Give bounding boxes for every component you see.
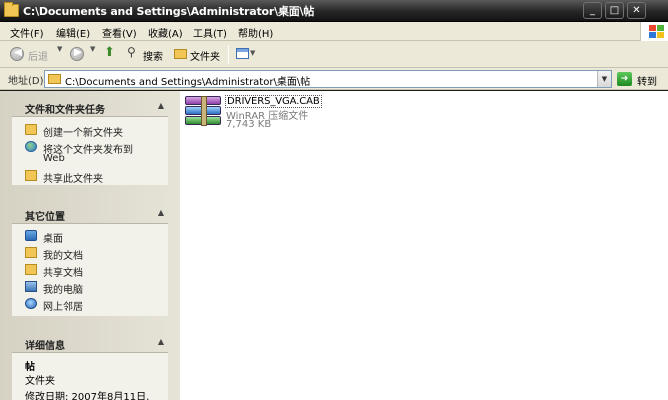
folder-icon (48, 74, 61, 84)
file-tasks-header[interactable]: 文件和文件夹任务 ▲ (12, 95, 168, 117)
menu-favorites[interactable]: 收藏(A) (148, 25, 183, 40)
file-tasks-title: 文件和文件夹任务 (25, 105, 105, 116)
winrar-archive-icon (185, 96, 221, 126)
collapse-icon[interactable]: ▲ (158, 337, 164, 346)
file-item[interactable]: DRIVERS_VGA.CAB WinRAR 压缩文件 7,743 KB (184, 95, 322, 130)
details-body: 帖 文件夹 修改日期: 2007年8月11日, (12, 353, 168, 400)
task-label: 创建一个新文件夹 (43, 128, 123, 139)
window-title: C:\Documents and Settings\Administrator\… (23, 5, 315, 18)
address-input[interactable]: C:\Documents and Settings\Administrator\… (44, 70, 612, 88)
go-label: 转到 (637, 77, 657, 88)
place-my-computer[interactable]: 我的电脑 (25, 280, 165, 296)
back-button[interactable]: ◀ 后退 (6, 45, 56, 64)
task-new-folder[interactable]: 创建一个新文件夹 (25, 123, 165, 139)
back-dropdown-icon[interactable]: ▼ (57, 45, 62, 53)
address-value: C:\Documents and Settings\Administrator\… (65, 77, 311, 88)
folder-icon (4, 2, 19, 17)
my-documents-icon (25, 247, 37, 258)
menu-help[interactable]: 帮助(H) (238, 25, 273, 40)
forward-button[interactable]: ▶ (68, 45, 88, 64)
share-folder-icon (25, 170, 37, 181)
details-name: 帖 (25, 362, 35, 373)
place-my-documents[interactable]: 我的文档 (25, 246, 165, 262)
other-places-header[interactable]: 其它位置 ▲ (12, 202, 168, 224)
task-label: 共享此文件夹 (43, 174, 103, 185)
other-places-title: 其它位置 (25, 212, 65, 223)
content-area: 文件和文件夹任务 ▲ 创建一个新文件夹 将这个文件夹发布到 Web 共享此文件夹 (0, 91, 668, 400)
network-places-icon (25, 298, 37, 309)
file-tasks-body: 创建一个新文件夹 将这个文件夹发布到 Web 共享此文件夹 (12, 117, 168, 185)
views-button[interactable]: ▼ (234, 45, 258, 64)
place-label: 我的电脑 (43, 285, 83, 296)
menu-file[interactable]: 文件(F) (10, 25, 44, 40)
details-panel: 详细信息 ▲ 帖 文件夹 修改日期: 2007年8月11日, (12, 331, 168, 400)
back-arrow-icon: ◀ (10, 47, 24, 61)
maximize-button[interactable]: □ (605, 2, 624, 19)
views-icon (236, 48, 249, 59)
shared-documents-icon (25, 264, 37, 275)
menu-edit[interactable]: 编辑(E) (56, 25, 90, 40)
forward-arrow-icon: ▶ (70, 47, 84, 61)
place-label: 桌面 (43, 234, 63, 245)
place-label: 我的文档 (43, 251, 83, 262)
new-folder-icon (25, 124, 37, 135)
task-share-folder[interactable]: 共享此文件夹 (25, 169, 165, 185)
place-shared-documents[interactable]: 共享文档 (25, 263, 165, 279)
up-button[interactable]: ⬆ (102, 45, 120, 64)
go-arrow-icon: ➜ (617, 72, 632, 86)
search-icon: ⚲ (127, 45, 136, 59)
details-type: 文件夹 (25, 376, 55, 387)
task-pane: 文件和文件夹任务 ▲ 创建一个新文件夹 将这个文件夹发布到 Web 共享此文件夹 (0, 91, 180, 400)
views-dropdown-icon: ▼ (250, 49, 256, 57)
details-modified: 修改日期: 2007年8月11日, (25, 392, 150, 400)
search-button[interactable]: ⚲ 搜索 (126, 45, 168, 64)
folder-up-icon: ⬆ (104, 45, 115, 60)
back-label: 后退 (28, 52, 48, 63)
address-dropdown-icon[interactable]: ▼ (597, 71, 611, 87)
menu-bar: 文件(F) 编辑(E) 查看(V) 收藏(A) 工具(T) 帮助(H) (0, 22, 668, 41)
file-tasks-panel: 文件和文件夹任务 ▲ 创建一个新文件夹 将这个文件夹发布到 Web 共享此文件夹 (12, 95, 168, 185)
menu-tools[interactable]: 工具(T) (193, 25, 227, 40)
task-label-line2: Web (43, 153, 65, 164)
close-button[interactable]: ✕ (627, 2, 646, 19)
toolbar-divider (228, 45, 229, 64)
toolbar: ◀ 后退 ▼ ▶ ▼ ⬆ ⚲ 搜索 文件夹 ▼ (0, 41, 668, 68)
desktop-icon (25, 230, 37, 241)
details-title: 详细信息 (25, 341, 65, 352)
file-size: 7,743 KB (226, 119, 272, 130)
place-label: 网上邻居 (43, 302, 83, 313)
folders-button[interactable]: 文件夹 (172, 45, 224, 64)
minimize-button[interactable]: _ (583, 2, 602, 19)
place-label: 共享文档 (43, 268, 83, 279)
search-label: 搜索 (143, 52, 163, 63)
windows-logo-icon (640, 22, 668, 41)
place-network[interactable]: 网上邻居 (25, 297, 165, 313)
title-bar: C:\Documents and Settings\Administrator\… (0, 0, 668, 22)
address-bar: 地址(D) C:\Documents and Settings\Administ… (0, 68, 668, 90)
place-desktop[interactable]: 桌面 (25, 229, 165, 245)
folders-icon (174, 49, 187, 59)
forward-dropdown-icon[interactable]: ▼ (90, 45, 95, 53)
other-places-panel: 其它位置 ▲ 桌面 我的文档 共享文档 我的电脑 网上邻居 (12, 202, 168, 316)
task-publish-web[interactable]: 将这个文件夹发布到 Web (25, 140, 165, 168)
publish-web-icon (25, 141, 37, 152)
other-places-body: 桌面 我的文档 共享文档 我的电脑 网上邻居 (12, 224, 168, 316)
menu-view[interactable]: 查看(V) (102, 25, 137, 40)
details-header[interactable]: 详细信息 ▲ (12, 331, 168, 353)
address-label: 地址(D) (8, 76, 44, 87)
collapse-icon[interactable]: ▲ (158, 101, 164, 110)
folders-label: 文件夹 (190, 52, 220, 63)
my-computer-icon (25, 281, 37, 292)
collapse-icon[interactable]: ▲ (158, 208, 164, 217)
